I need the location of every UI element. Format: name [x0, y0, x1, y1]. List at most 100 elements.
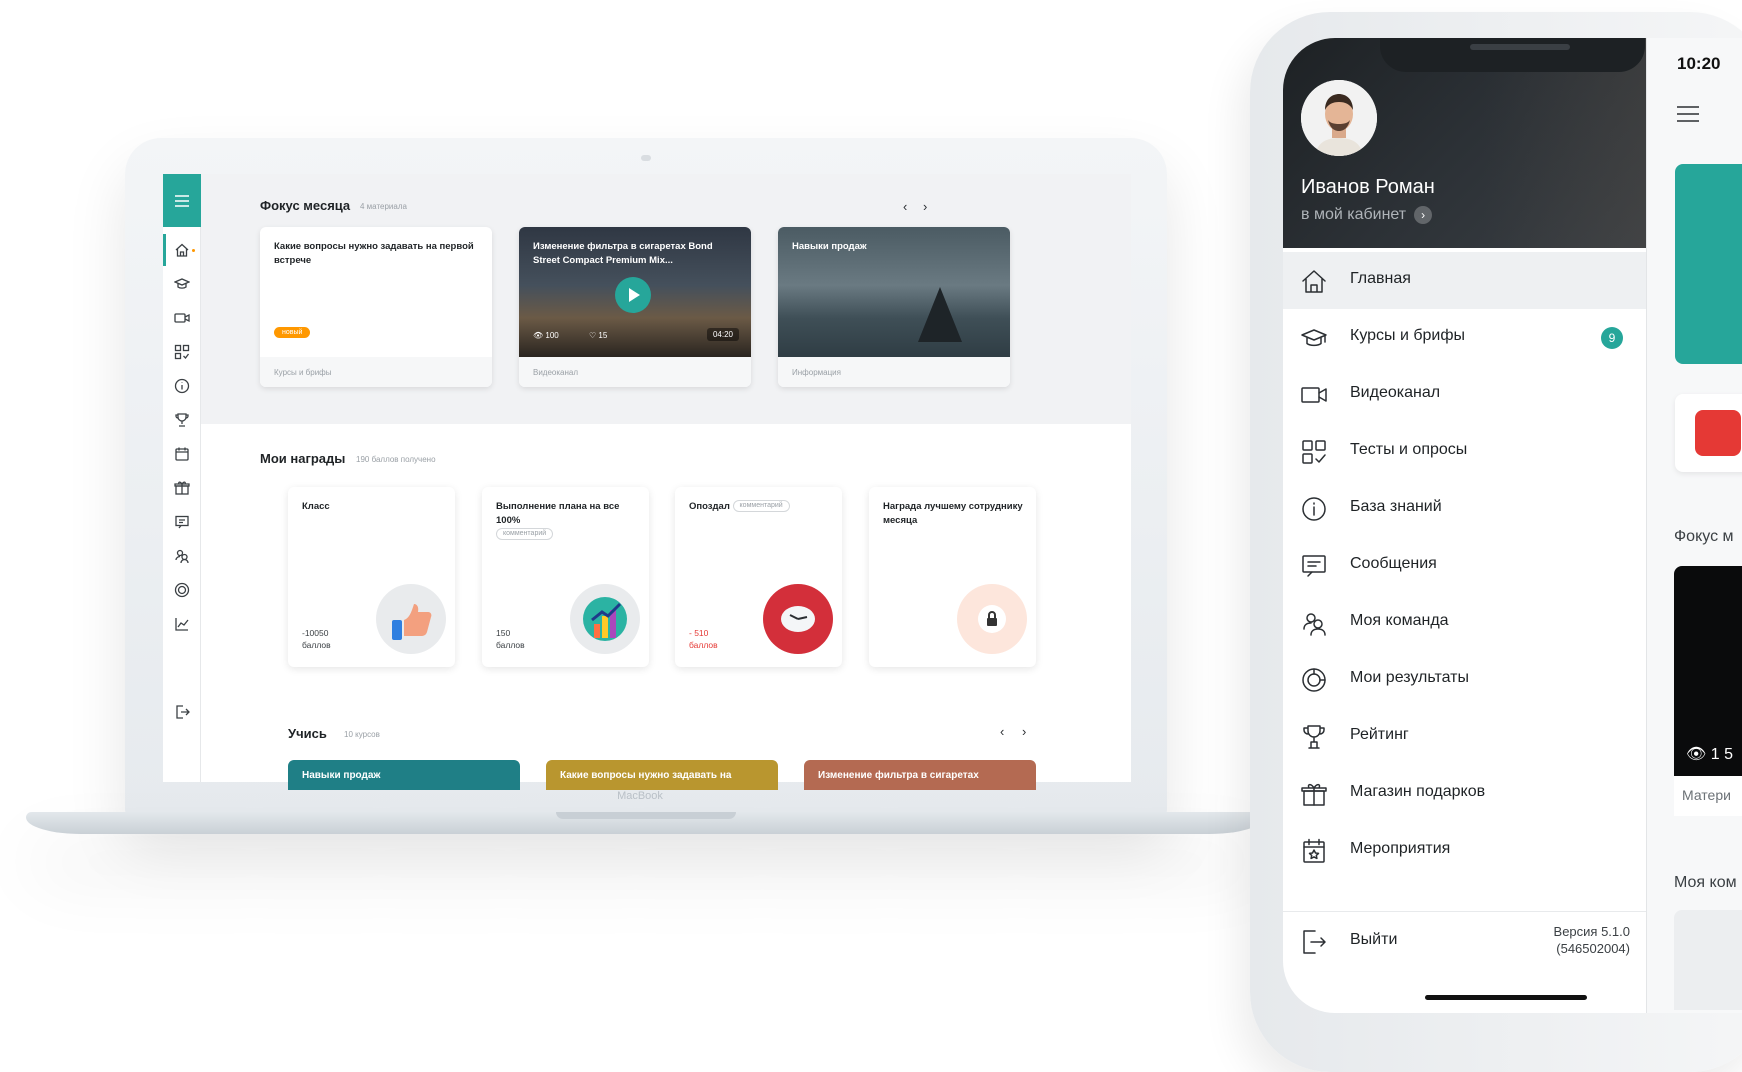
thumbs-up-icon [376, 584, 446, 654]
team-label: Моя ком [1674, 874, 1737, 891]
team-icon [1301, 610, 1327, 636]
video-duration: 04:20 [706, 328, 739, 341]
rock-shape [918, 287, 962, 342]
rail-video-icon[interactable] [174, 310, 190, 326]
chart-growth-icon [570, 584, 640, 654]
target-card[interactable] [1675, 394, 1742, 472]
focus-title: Фокус месяца [260, 198, 351, 213]
rail-team-icon[interactable] [174, 548, 190, 564]
video-camera-icon [1301, 382, 1327, 408]
hamburger-icon [175, 194, 189, 207]
focus-card-category: Видеоканал [519, 357, 751, 387]
award-card-1[interactable]: Класс -10050 баллов [288, 487, 455, 667]
rail-home-icon[interactable] [174, 242, 190, 258]
focus-subtitle: 4 материала [360, 202, 407, 211]
likes-count: ♡ 15 [589, 331, 608, 340]
gift-icon [1301, 781, 1327, 807]
message-icon [1301, 553, 1327, 579]
award-card-4[interactable]: Награда лучшему сотруднику месяца [869, 487, 1036, 667]
hamburger-icon[interactable] [1677, 106, 1699, 122]
laptop-screen: Фокус месяца 4 материала ‹ › Какие вопро… [163, 174, 1131, 782]
award-title: Класс [302, 501, 330, 512]
focus-next-arrow-icon[interactable]: › [923, 199, 927, 214]
card-footer: Матери [1674, 776, 1742, 816]
laptop-brand-label: MacBook [617, 790, 663, 802]
menu-item-messages[interactable]: Сообщения [1283, 537, 1646, 594]
rail-tests-icon[interactable] [174, 344, 190, 360]
focus-card-category: Информация [778, 357, 1010, 387]
chevron-right-icon: › [1414, 206, 1433, 224]
award-title: Выполнение плана на все 100% комментарий [496, 500, 637, 542]
target-icon [1695, 410, 1741, 456]
menu-item-results[interactable]: Мои результаты [1283, 651, 1646, 708]
menu-item-home[interactable]: Главная [1283, 252, 1646, 309]
award-title: Награда лучшему сотруднику месяца [883, 501, 1023, 526]
learn-card-3[interactable]: Изменение фильтра в сигаретах [804, 760, 1036, 790]
learn-card-1[interactable]: Навыки продаж [288, 760, 520, 790]
learn-subtitle: 10 курсов [344, 730, 380, 739]
avatar[interactable] [1301, 80, 1377, 156]
rail-logout-icon[interactable] [174, 704, 190, 720]
focus-card-3[interactable]: Навыки продаж Информация [778, 227, 1010, 387]
notification-dot [192, 249, 195, 252]
menu-item-tests[interactable]: Тесты и опросы [1283, 423, 1646, 480]
focus-label: Фокус м [1674, 528, 1734, 545]
award-card-2[interactable]: Выполнение плана на все 100% комментарий … [482, 487, 649, 667]
learn-prev-arrow-icon[interactable]: ‹ [1000, 724, 1004, 739]
menu-item-courses[interactable]: Курсы и брифы 9 [1283, 309, 1646, 366]
graduation-cap-icon [1301, 325, 1327, 351]
courses-count-badge: 9 [1601, 327, 1623, 349]
tests-grid-icon [1301, 439, 1327, 465]
rail-courses-icon[interactable] [173, 276, 191, 292]
clock-icon [763, 584, 833, 654]
info-icon [1301, 496, 1327, 522]
rail-trophy-icon[interactable] [174, 412, 190, 428]
rail-info-icon[interactable] [174, 378, 190, 394]
phone-speaker [1470, 44, 1570, 50]
menu-item-events[interactable]: Мероприятия [1283, 822, 1646, 879]
rail-messages-icon[interactable] [174, 514, 190, 530]
rail-calendar-icon[interactable] [174, 446, 190, 462]
status-time: 10:20 [1677, 54, 1721, 73]
teal-card[interactable] [1675, 164, 1742, 364]
menu-toggle-button[interactable] [163, 174, 201, 227]
comment-pill[interactable]: комментарий [732, 500, 790, 513]
laptop-notch [556, 812, 736, 819]
awards-subtitle: 190 баллов получено [356, 455, 436, 464]
cabinet-link[interactable]: в мой кабинет › [1301, 206, 1433, 224]
rail-gift-icon[interactable] [174, 480, 190, 496]
new-badge: новый [274, 327, 311, 338]
results-icon [1301, 667, 1327, 693]
phone-screen: 10:20 Фокус м 👁 1 5 Матери Моя ком Ивано… [1283, 38, 1742, 1013]
home-indicator [1425, 995, 1587, 1000]
focus-prev-arrow-icon[interactable]: ‹ [903, 199, 907, 214]
menu-item-rating[interactable]: Рейтинг [1283, 708, 1646, 765]
focus-card-title: Навыки продаж [792, 241, 867, 252]
views-count: 👁 1 5 [1686, 746, 1734, 763]
main-content: Фокус месяца 4 материала ‹ › Какие вопро… [201, 174, 1131, 782]
comment-pill[interactable]: комментарий [496, 528, 554, 541]
dark-video-card[interactable]: 👁 1 5 [1674, 566, 1742, 776]
laptop-camera [641, 155, 651, 161]
menu-item-team[interactable]: Моя команда [1283, 594, 1646, 651]
award-points: 150 баллов [496, 628, 525, 650]
award-points: - 510 баллов [689, 628, 718, 650]
learn-card-2[interactable]: Какие вопросы нужно задавать на [546, 760, 778, 790]
rail-stats-icon[interactable] [174, 616, 190, 632]
focus-card-title: Изменение фильтра в сигаретах Bond Stree… [533, 241, 713, 266]
play-icon[interactable] [615, 277, 651, 313]
menu-item-gift-shop[interactable]: Магазин подарков [1283, 765, 1646, 822]
menu-item-video[interactable]: Видеоканал [1283, 366, 1646, 423]
home-icon [1301, 268, 1327, 294]
menu-item-knowledge-base[interactable]: База знаний [1283, 480, 1646, 537]
awards-title: Мои награды [260, 451, 346, 466]
focus-card-2[interactable]: Изменение фильтра в сигаретах Bond Stree… [519, 227, 751, 387]
award-card-3[interactable]: Опоздал комментарий - 510 баллов [675, 487, 842, 667]
award-title: Опоздал комментарий [689, 500, 830, 514]
gray-card[interactable] [1674, 910, 1742, 1010]
learn-next-arrow-icon[interactable]: › [1022, 724, 1026, 739]
sidebar-rail [163, 174, 201, 782]
active-indicator [163, 234, 166, 266]
rail-results-icon[interactable] [174, 582, 190, 598]
focus-card-1[interactable]: Какие вопросы нужно задавать на первой в… [260, 227, 492, 387]
